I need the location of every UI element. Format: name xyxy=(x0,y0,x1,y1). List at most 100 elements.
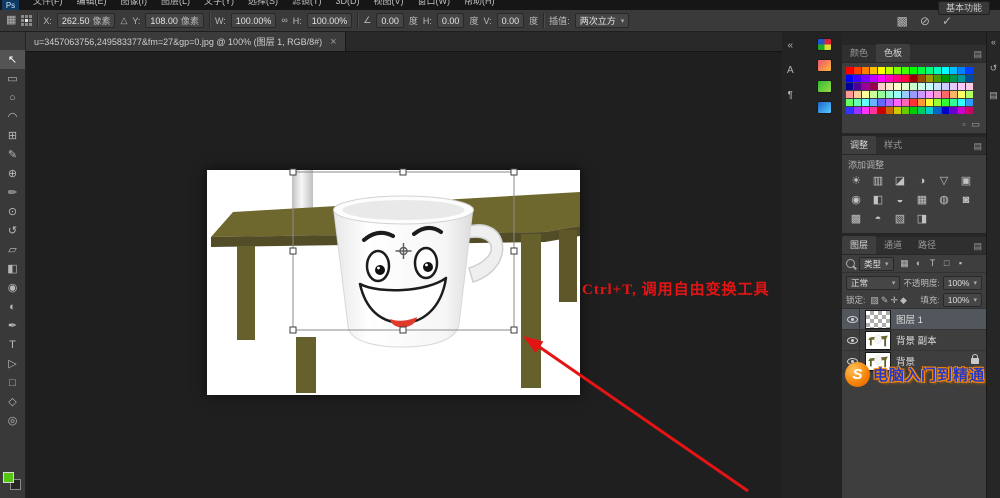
tab-swatches[interactable]: 色板 xyxy=(876,44,910,62)
color-swatch[interactable] xyxy=(958,107,965,114)
tool-type[interactable]: T xyxy=(0,335,25,354)
delete-swatch-icon[interactable]: ▭ xyxy=(971,119,980,130)
color-swatch[interactable] xyxy=(862,75,869,82)
color-swatch[interactable] xyxy=(894,75,901,82)
color-swatch[interactable] xyxy=(926,75,933,82)
color-swatch[interactable] xyxy=(886,99,893,106)
reference-point-locator-icon[interactable] xyxy=(21,15,32,26)
tool-zoom[interactable]: ◎ xyxy=(0,411,25,430)
color-swatch[interactable] xyxy=(942,107,949,114)
canvas[interactable] xyxy=(207,170,580,395)
new-swatch-icon[interactable]: ▫ xyxy=(962,119,965,130)
dock-icon-character-panel[interactable]: A xyxy=(787,65,794,76)
tool-gradient[interactable]: ◧ xyxy=(0,259,25,278)
tool-eraser[interactable]: ▱ xyxy=(0,240,25,259)
adjustment-icon-exposure[interactable]: ◑ xyxy=(912,172,932,189)
color-swatch[interactable] xyxy=(846,75,853,82)
color-swatch[interactable] xyxy=(958,83,965,90)
layer-filter-icon-filter-adjustment-layers[interactable]: ◐ xyxy=(913,258,925,269)
fill-dropdown[interactable]: 100%▾ xyxy=(943,293,982,307)
color-swatch[interactable] xyxy=(902,75,909,82)
adjustment-icon-hue-saturation[interactable]: ▣ xyxy=(956,172,976,189)
adjustment-icon-vibrance[interactable]: ▽ xyxy=(934,172,954,189)
layer-thumbnail[interactable] xyxy=(865,310,891,329)
layer-thumbnail[interactable] xyxy=(865,331,891,350)
dock-icon-swatches-dock[interactable] xyxy=(817,38,832,51)
tool-hand[interactable]: ◇ xyxy=(0,392,25,411)
dock-icon-paragraph-panel[interactable]: ¶ xyxy=(788,90,793,101)
tool-move[interactable]: ↖ xyxy=(0,50,25,69)
tool-quick-selection[interactable]: ◠ xyxy=(0,107,25,126)
menu-item[interactable]: 文字(Y) xyxy=(197,0,241,8)
color-swatch[interactable] xyxy=(862,83,869,90)
dock-icon-collapse-panels[interactable]: « xyxy=(788,40,794,51)
tool-spot-healing-brush[interactable]: ⊕ xyxy=(0,164,25,183)
document-tab[interactable]: u=3457063756,249583377&fm=27&gp=0.jpg @ … xyxy=(26,32,346,51)
color-swatch[interactable] xyxy=(934,107,941,114)
adjustment-icon-invert[interactable]: ◙ xyxy=(956,191,976,208)
tab-paths[interactable]: 路径 xyxy=(910,236,944,254)
color-swatch[interactable] xyxy=(894,99,901,106)
panel-menu-icon[interactable]: ▤ xyxy=(973,141,982,152)
dock-icon-navigator-dock[interactable] xyxy=(817,101,832,114)
color-swatch[interactable] xyxy=(942,67,949,74)
color-swatch[interactable] xyxy=(918,107,925,114)
menu-item[interactable]: 3D(D) xyxy=(329,0,367,8)
relative-positioning-icon[interactable]: △ xyxy=(120,16,127,25)
visibility-eye-icon[interactable] xyxy=(847,316,858,323)
color-swatch[interactable] xyxy=(862,67,869,74)
adjustment-icon-color-lookup[interactable]: ◍ xyxy=(934,191,954,208)
adjustment-icon-black-white[interactable]: ◧ xyxy=(868,191,888,208)
color-swatch[interactable] xyxy=(846,83,853,90)
tool-clone-stamp[interactable]: ⊙ xyxy=(0,202,25,221)
color-swatch[interactable] xyxy=(918,75,925,82)
color-swatch[interactable] xyxy=(878,99,885,106)
color-swatch[interactable] xyxy=(870,75,877,82)
color-swatch[interactable] xyxy=(950,67,957,74)
dock-icon-styles-dock[interactable] xyxy=(817,80,832,93)
lock-icon-lock-all[interactable]: ◆ xyxy=(900,295,907,306)
color-swatch[interactable] xyxy=(926,67,933,74)
color-swatch[interactable] xyxy=(870,67,877,74)
tab-channels[interactable]: 通道 xyxy=(876,236,910,254)
color-swatch[interactable] xyxy=(950,107,957,114)
color-swatch[interactable] xyxy=(910,91,917,98)
adjustment-icon-curves[interactable]: ◪ xyxy=(890,172,910,189)
color-swatch[interactable] xyxy=(942,83,949,90)
color-swatch[interactable] xyxy=(870,91,877,98)
tool-eyedropper[interactable]: ✎ xyxy=(0,145,25,164)
color-swatch[interactable] xyxy=(942,99,949,106)
color-swatch[interactable] xyxy=(870,107,877,114)
layer-row-layer-1[interactable]: 图层 1 xyxy=(842,309,986,330)
opacity-dropdown[interactable]: 100%▾ xyxy=(943,276,982,290)
obar-icon-commit-transform[interactable]: ✓ xyxy=(942,15,952,27)
color-swatch[interactable] xyxy=(934,67,941,74)
close-icon[interactable]: × xyxy=(330,36,336,48)
blend-mode-dropdown[interactable]: 正常▾ xyxy=(846,276,900,290)
color-swatch[interactable] xyxy=(894,83,901,90)
color-swatch[interactable] xyxy=(878,107,885,114)
tool-lasso[interactable]: ○ xyxy=(0,88,25,107)
skew-h-field[interactable]: 0.00 xyxy=(437,13,465,28)
color-swatch[interactable] xyxy=(902,83,909,90)
color-swatch[interactable] xyxy=(862,91,869,98)
tab-styles[interactable]: 样式 xyxy=(876,136,910,154)
adjustment-icon-gradient-map[interactable]: ◨ xyxy=(912,210,932,227)
color-swatch[interactable] xyxy=(950,75,957,82)
layer-row-background-copy[interactable]: 背景 副本 xyxy=(842,330,986,351)
visibility-eye-icon[interactable] xyxy=(847,337,858,344)
height-scale-field[interactable]: 100.00% xyxy=(307,13,353,28)
y-position-field[interactable]: 108.00像素 xyxy=(145,13,204,28)
menu-item[interactable]: 图层(L) xyxy=(154,0,197,8)
color-swatch[interactable] xyxy=(846,99,853,106)
color-swatch[interactable] xyxy=(910,75,917,82)
tool-dodge[interactable]: ◐ xyxy=(0,297,25,316)
layer-filter-icon-filter-type-layers[interactable]: T xyxy=(927,258,939,269)
color-swatch[interactable] xyxy=(870,83,877,90)
color-swatch[interactable] xyxy=(886,91,893,98)
color-swatch[interactable] xyxy=(966,75,973,82)
menu-item[interactable]: 帮助(H) xyxy=(457,0,502,8)
color-swatch[interactable] xyxy=(910,67,917,74)
color-swatch[interactable] xyxy=(910,83,917,90)
tool-path-selection[interactable]: ▷ xyxy=(0,354,25,373)
